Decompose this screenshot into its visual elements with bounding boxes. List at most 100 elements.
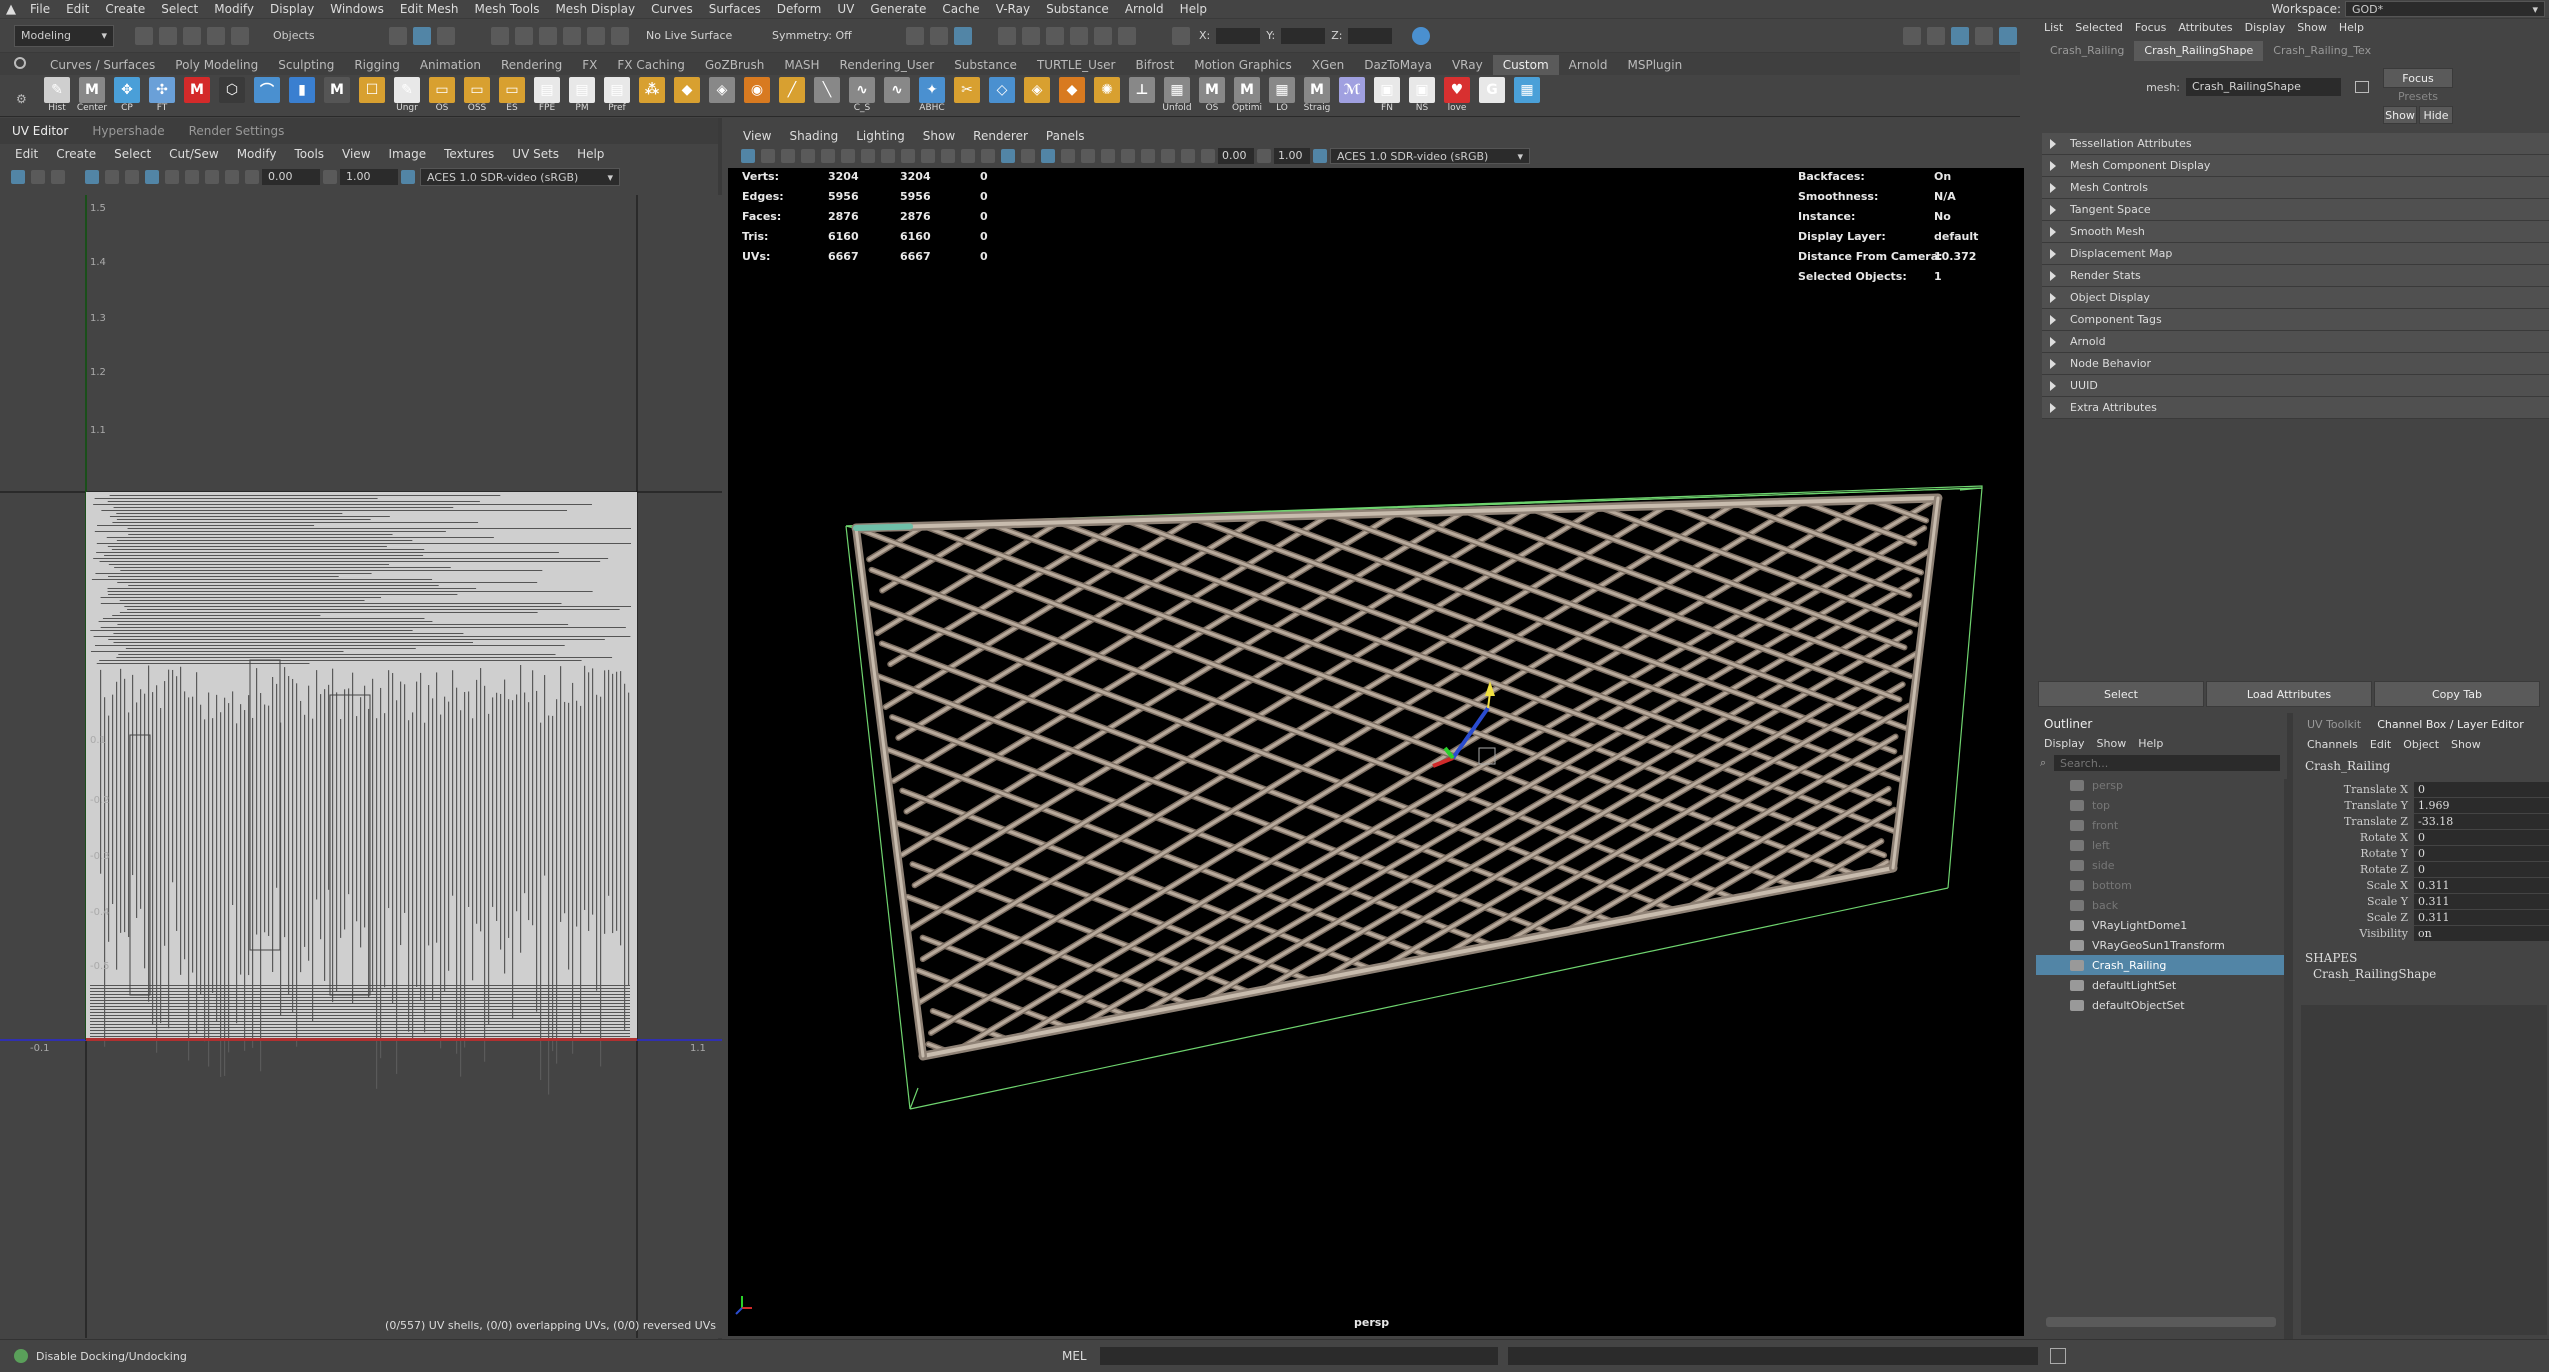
ae-menu-attributes[interactable]: Attributes — [2172, 21, 2238, 34]
uv-colorspace-icon[interactable] — [401, 170, 415, 184]
shelf-tab-sculpting[interactable]: Sculpting — [268, 55, 344, 75]
uv-menu-modify[interactable]: Modify — [228, 147, 286, 161]
shelf-button-2[interactable]: ✥ CP — [110, 76, 144, 115]
shelf-button-39[interactable]: ▣ NS — [1405, 76, 1439, 115]
vp-bookmark-icon[interactable] — [781, 149, 795, 163]
vp-grease-pencil-icon[interactable] — [841, 149, 855, 163]
uv-distortion-icon[interactable] — [205, 170, 219, 184]
new-scene-icon[interactable] — [135, 26, 153, 45]
vp-image-plane-icon[interactable] — [801, 149, 815, 163]
channel-value-field[interactable]: -33.18 — [2414, 813, 2549, 829]
shelf-tab-animation[interactable]: Animation — [410, 55, 491, 75]
uv-image-icon[interactable] — [125, 170, 139, 184]
ae-section-tessellation-attributes[interactable]: Tessellation Attributes — [2042, 133, 2549, 155]
uv-menu-edit[interactable]: Edit — [6, 147, 47, 161]
viewport-menu-shading[interactable]: Shading — [780, 129, 847, 143]
ae-menu-show[interactable]: Show — [2291, 21, 2333, 34]
shelf-button-25[interactable]: ✦ ABHC — [915, 76, 949, 115]
open-scene-icon[interactable] — [159, 26, 177, 45]
vp-shadows-icon[interactable] — [1081, 149, 1095, 163]
shelf-button-21[interactable]: ╱ — [775, 76, 809, 115]
shelf-tab-curves-surfaces[interactable]: Curves / Surfaces — [40, 55, 165, 75]
command-line-input[interactable] — [1100, 1347, 1498, 1365]
vp-2d-pan-icon[interactable] — [821, 149, 835, 163]
channel-value-field[interactable]: on — [2414, 925, 2549, 941]
shelf-button-20[interactable]: ◉ — [740, 76, 774, 115]
outliner-item[interactable]: defaultObjectSet — [2036, 995, 2287, 1015]
menu-edit-mesh[interactable]: Edit Mesh — [392, 2, 467, 16]
ae-menu-focus[interactable]: Focus — [2129, 21, 2172, 34]
ae-section-component-tags[interactable]: Component Tags — [2042, 309, 2549, 331]
shelf-tab-fx[interactable]: FX — [572, 55, 607, 75]
uv-grid-icon[interactable] — [85, 170, 99, 184]
shelf-button-9[interactable]: ☐ — [355, 76, 389, 115]
channel-value-field[interactable]: 0 — [2414, 781, 2549, 797]
shelf-button-19[interactable]: ◈ — [705, 76, 739, 115]
shelf-button-1[interactable]: M Center — [75, 76, 109, 115]
uv-shell-icon[interactable] — [31, 170, 45, 184]
vp-textured-icon[interactable] — [1041, 149, 1055, 163]
input-ops-icon[interactable] — [930, 26, 948, 45]
shelf-button-24[interactable]: ∿ — [880, 76, 914, 115]
shelf-button-42[interactable]: ▦ — [1510, 76, 1544, 115]
vp-aa-icon[interactable] — [1121, 149, 1135, 163]
channel-box-toggle-icon[interactable] — [1951, 26, 1969, 45]
select-hierarchy-icon[interactable] — [389, 26, 407, 45]
ae-section-node-behavior[interactable]: Node Behavior — [2042, 353, 2549, 375]
sign-in-icon[interactable] — [1412, 26, 1431, 45]
menu-curves[interactable]: Curves — [643, 2, 701, 16]
help-line-icon[interactable] — [14, 1349, 28, 1363]
menu-help[interactable]: Help — [1172, 2, 1215, 16]
render-view-icon[interactable] — [998, 26, 1016, 45]
ae-menu-selected[interactable]: Selected — [2069, 21, 2129, 34]
mesh-name-field[interactable]: Crash_RailingShape — [2186, 78, 2341, 96]
uv-menu-help[interactable]: Help — [568, 147, 613, 161]
attribute-editor-toggle-icon[interactable] — [1927, 26, 1945, 45]
outliner-item[interactable]: front — [2036, 815, 2287, 835]
uv-texture-space[interactable]: 1.5 1.4 1.3 1.2 1.1 0.1 -0.2 -0.3 -0.4 -0.5 -0.1 1… — [0, 195, 722, 1338]
uv-select-icon[interactable] — [11, 170, 25, 184]
vp-lights-icon[interactable] — [1061, 149, 1075, 163]
menu-v-ray[interactable]: V-Ray — [988, 2, 1038, 16]
mode-dropdown[interactable]: Modeling ▾ — [14, 24, 114, 47]
ae-section-render-stats[interactable]: Render Stats — [2042, 265, 2549, 287]
tab-hypershade[interactable]: Hypershade — [80, 124, 176, 138]
vp-colorspace-dropdown[interactable]: ACES 1.0 SDR-video (sRGB) ▾ — [1330, 148, 1530, 164]
uv-display-icon[interactable] — [105, 170, 119, 184]
shelf-menu-icon[interactable]: ⚙ — [16, 92, 27, 106]
outliner-item[interactable]: defaultLightSet — [2036, 975, 2287, 995]
snap-view-icon[interactable] — [563, 26, 581, 45]
menu-select[interactable]: Select — [153, 2, 206, 16]
uv-menu-view[interactable]: View — [333, 147, 379, 161]
shelf-button-35[interactable]: ▦ LO — [1265, 76, 1299, 115]
ae-menu-display[interactable]: Display — [2239, 21, 2292, 34]
outliner-hscrollbar[interactable] — [2046, 1317, 2276, 1327]
uv-menu-textures[interactable]: Textures — [435, 147, 503, 161]
uv-menu-tools[interactable]: Tools — [285, 147, 333, 161]
cb-tab-1[interactable]: Channel Box / Layer Editor — [2369, 718, 2532, 731]
history-icon[interactable] — [906, 26, 924, 45]
uv-exposure-field[interactable]: 0.00 — [262, 169, 320, 185]
shelf-button-37[interactable]: ℳ — [1335, 76, 1369, 115]
shelf-gear-icon[interactable] — [14, 57, 26, 69]
symmetry-dropdown[interactable]: Symmetry: Off — [772, 29, 882, 42]
channel-value-field[interactable]: 1.969 — [2414, 797, 2549, 813]
snap-grid-icon[interactable] — [491, 26, 509, 45]
shape-name[interactable]: Crash_RailingShape — [2299, 967, 2549, 981]
vp-xray-icon[interactable] — [1161, 149, 1175, 163]
shelf-tab-turtle-user[interactable]: TURTLE_User — [1027, 55, 1126, 75]
shelf-tab-rendering[interactable]: Rendering — [491, 55, 572, 75]
snap-surface-icon[interactable] — [587, 26, 605, 45]
outliner-menu-display[interactable]: Display — [2038, 737, 2091, 750]
viewport-menu-renderer[interactable]: Renderer — [964, 129, 1037, 143]
shelf-tab-msplugin[interactable]: MSPlugin — [1618, 55, 1693, 75]
viewport-menu-show[interactable]: Show — [914, 129, 964, 143]
ae-menu-help[interactable]: Help — [2333, 21, 2370, 34]
vp-film-gate-icon[interactable] — [881, 149, 895, 163]
uv-checker-icon[interactable] — [165, 170, 179, 184]
menu-file[interactable]: File — [22, 2, 58, 16]
shelf-tab-bifrost[interactable]: Bifrost — [1125, 55, 1184, 75]
ae-section-displacement-map[interactable]: Displacement Map — [2042, 243, 2549, 265]
channel-value-field[interactable]: 0 — [2414, 861, 2549, 877]
vp-resolution-gate-icon[interactable] — [901, 149, 915, 163]
